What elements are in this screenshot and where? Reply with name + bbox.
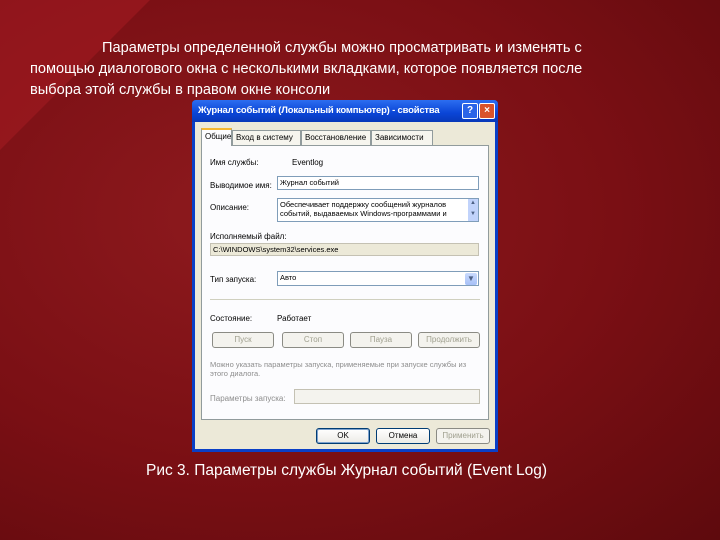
start-button[interactable]: Пуск xyxy=(212,332,274,348)
status-value: Работает xyxy=(277,314,312,323)
description-label: Описание: xyxy=(210,203,250,212)
scroll-up-icon[interactable]: ▲ xyxy=(468,199,478,210)
tab-logon[interactable]: Вход в систему xyxy=(232,130,301,145)
intro-paragraph: Параметры определенной службы можно прос… xyxy=(30,38,670,101)
service-properties-dialog: Журнал событий (Локальный компьютер) - с… xyxy=(192,100,498,452)
service-name-label: Имя службы: xyxy=(210,158,259,167)
general-tab-panel: Имя службы: Eventlog Выводимое имя: Журн… xyxy=(201,145,489,420)
figure-caption: Рис 3. Параметры службы Журнал событий (… xyxy=(146,462,548,479)
exe-path-field: C:\WINDOWS\system32\services.exe xyxy=(210,243,479,256)
separator xyxy=(210,299,480,300)
description-text: Обеспечивает поддержку сообщений журнало… xyxy=(280,200,447,218)
status-label: Состояние: xyxy=(210,314,253,323)
startup-type-select[interactable]: Авто ▼ xyxy=(277,271,479,286)
tab-recovery[interactable]: Восстановление xyxy=(301,130,371,145)
start-params-label: Параметры запуска: xyxy=(210,394,286,403)
tab-general[interactable]: Общие xyxy=(201,128,232,146)
pause-button[interactable]: Пауза xyxy=(350,332,412,348)
scroll-down-icon[interactable]: ▼ xyxy=(468,210,478,221)
dialog-title: Журнал событий (Локальный компьютер) - с… xyxy=(198,105,440,116)
description-field[interactable]: Обеспечивает поддержку сообщений журнало… xyxy=(277,198,479,222)
tab-dependencies[interactable]: Зависимости xyxy=(371,130,433,145)
dialog-client-area: Общие Вход в систему Восстановление Зави… xyxy=(195,122,495,449)
display-name-field[interactable]: Журнал событий xyxy=(277,176,479,190)
intro-line-2: помощью диалогового окна с несколькими в… xyxy=(30,61,583,77)
dialog-titlebar[interactable]: Журнал событий (Локальный компьютер) - с… xyxy=(192,100,498,122)
chevron-down-icon[interactable]: ▼ xyxy=(465,273,477,285)
service-name-value: Eventlog xyxy=(292,158,324,167)
exe-path-label: Исполняемый файл: xyxy=(210,232,287,241)
resume-button[interactable]: Продолжить xyxy=(418,332,480,348)
startup-type-label: Тип запуска: xyxy=(210,275,257,284)
cancel-button[interactable]: Отмена xyxy=(376,428,430,444)
start-params-field[interactable] xyxy=(294,389,480,404)
stop-button[interactable]: Стоп xyxy=(282,332,344,348)
intro-line-3: выбора этой службы в правом окне консоли xyxy=(30,82,331,98)
help-button[interactable]: ? xyxy=(462,103,478,119)
display-name-label: Выводимое имя: xyxy=(210,181,272,190)
start-params-note: Можно указать параметры запуска, применя… xyxy=(210,360,467,378)
close-button[interactable]: × xyxy=(479,103,495,119)
ok-button[interactable]: OK xyxy=(316,428,370,444)
intro-line-1: Параметры определенной службы можно прос… xyxy=(102,40,582,56)
startup-type-value: Авто xyxy=(280,273,297,282)
apply-button[interactable]: Применить xyxy=(436,428,490,444)
